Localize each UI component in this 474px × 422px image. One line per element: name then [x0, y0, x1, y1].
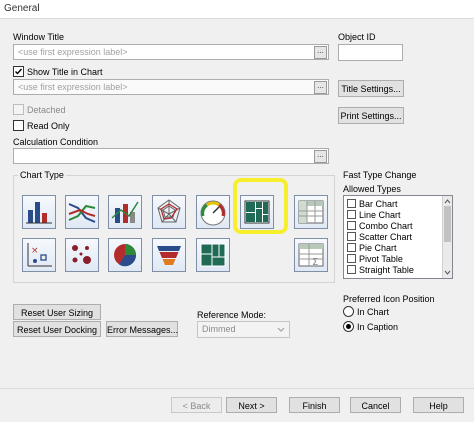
in-chart-label: In Chart: [357, 307, 390, 317]
fast-type-change-label: Fast Type Change: [343, 170, 417, 180]
window-title-label: Window Title: [13, 32, 65, 42]
help-button[interactable]: Help: [413, 397, 464, 413]
object-id-input[interactable]: [338, 44, 403, 61]
svg-text:×: ×: [31, 246, 39, 256]
gauge-chart-icon[interactable]: [196, 195, 230, 229]
list-item-checkbox[interactable]: [347, 265, 356, 274]
show-title-expression-button[interactable]: ...: [314, 81, 327, 94]
scrollbar-thumb[interactable]: [444, 206, 451, 242]
allowed-types-list[interactable]: Bar Chart Line Chart Combo Chart Scatter…: [343, 195, 453, 279]
reference-mode-select[interactable]: Dimmed: [197, 321, 290, 338]
detached-label: Detached: [27, 105, 66, 115]
mekko-chart-icon[interactable]: [240, 195, 274, 229]
bar-chart-icon[interactable]: [22, 195, 56, 229]
scroll-up-icon[interactable]: [443, 197, 452, 205]
straight-table-icon[interactable]: Σ: [294, 238, 328, 272]
grid-chart-icon[interactable]: [65, 238, 99, 272]
block-chart-icon[interactable]: [196, 238, 230, 272]
checkmark-icon: [15, 68, 23, 75]
icon-position-label: Preferred Icon Position: [343, 294, 435, 304]
window-title-bar: General: [0, 0, 474, 19]
reference-mode-label: Reference Mode:: [197, 310, 267, 320]
pivot-table-icon[interactable]: [294, 195, 328, 229]
allowed-types-scrollbar[interactable]: [442, 196, 452, 278]
window-title-input[interactable]: <use first expression label> ...: [13, 44, 329, 60]
list-item-checkbox[interactable]: [347, 232, 356, 241]
in-caption-radio[interactable]: [343, 321, 354, 332]
read-only-checkbox[interactable]: [13, 120, 24, 131]
calc-condition-input[interactable]: ...: [13, 148, 329, 164]
radar-chart-icon[interactable]: [152, 195, 186, 229]
chart-type-label: Chart Type: [18, 170, 66, 180]
finish-button[interactable]: Finish: [289, 397, 340, 413]
back-button[interactable]: < Back: [171, 397, 222, 413]
window-title-placeholder: <use first expression label>: [18, 47, 128, 57]
list-item-checkbox[interactable]: [347, 210, 356, 219]
scatter-chart-icon[interactable]: ×: [22, 238, 56, 272]
window-title: General: [4, 3, 40, 14]
funnel-chart-icon[interactable]: [152, 238, 186, 272]
list-item-checkbox[interactable]: [347, 221, 356, 230]
footer-divider: [0, 388, 474, 389]
line-chart-icon[interactable]: [65, 195, 99, 229]
combo-chart-icon[interactable]: [108, 195, 142, 229]
svg-text:Σ: Σ: [312, 257, 318, 268]
list-item-checkbox[interactable]: [347, 199, 356, 208]
in-chart-radio[interactable]: [343, 306, 354, 317]
detached-checkbox[interactable]: [13, 104, 24, 115]
pie-chart-icon[interactable]: [108, 238, 142, 272]
reference-mode-value: Dimmed: [202, 324, 236, 334]
error-messages-button[interactable]: Error Messages...: [106, 321, 178, 337]
cancel-button[interactable]: Cancel: [350, 397, 401, 413]
object-id-label: Object ID: [338, 32, 376, 42]
show-title-placeholder: <use first expression label>: [18, 82, 128, 92]
read-only-label: Read Only: [27, 121, 70, 131]
reset-user-docking-button[interactable]: Reset User Docking: [13, 321, 101, 337]
reset-user-sizing-button[interactable]: Reset User Sizing: [13, 304, 101, 320]
allowed-types-label: Allowed Types: [343, 184, 401, 194]
scroll-down-icon[interactable]: [443, 269, 452, 277]
print-settings-button[interactable]: Print Settings...: [338, 107, 404, 124]
list-item-checkbox[interactable]: [347, 254, 356, 263]
show-title-checkbox[interactable]: [13, 66, 24, 77]
window-title-expression-button[interactable]: ...: [314, 46, 327, 59]
list-item-checkbox[interactable]: [347, 243, 356, 252]
next-button[interactable]: Next >: [226, 397, 277, 413]
calc-condition-label: Calculation Condition: [13, 137, 99, 147]
calc-condition-expression-button[interactable]: ...: [314, 150, 327, 163]
chevron-down-icon: [277, 327, 285, 332]
show-title-label: Show Title in Chart: [27, 67, 103, 77]
in-caption-label: In Caption: [357, 322, 399, 332]
show-title-input[interactable]: <use first expression label> ...: [13, 79, 329, 95]
title-settings-button[interactable]: Title Settings...: [338, 80, 404, 97]
